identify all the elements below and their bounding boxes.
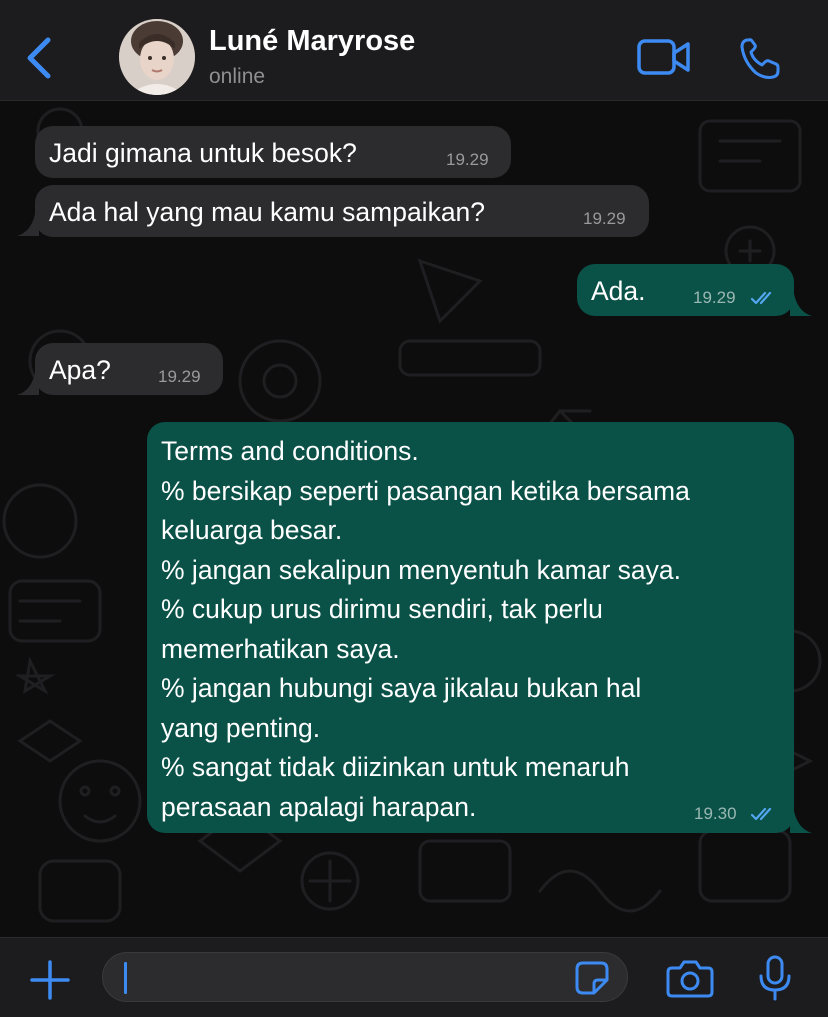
voice-message-button[interactable] bbox=[757, 954, 793, 1002]
video-call-button[interactable] bbox=[636, 38, 692, 76]
message-list[interactable]: Jadi gimana untuk besok? 19.29 Ada hal y… bbox=[0, 101, 828, 937]
avatar-photo bbox=[119, 19, 195, 95]
message-line: % cukup urus dirimu sendiri, tak perlu bbox=[161, 594, 603, 624]
contact-status: online bbox=[209, 65, 266, 88]
bubble-tail bbox=[17, 373, 39, 395]
chat-screen: Luné Maryrose online Jadi gimana untuk b… bbox=[0, 0, 828, 1017]
message-time: 19.29 bbox=[446, 150, 489, 169]
read-receipt-icon bbox=[751, 291, 772, 305]
message-line: keluarga besar. bbox=[161, 515, 343, 545]
text-cursor bbox=[124, 962, 127, 994]
message-time: 19.29 bbox=[693, 288, 736, 307]
message-bubble-outgoing[interactable]: Terms and conditions. % bersikap seperti… bbox=[147, 422, 794, 833]
message-bubble-outgoing[interactable]: Ada. 19.29 bbox=[577, 264, 794, 316]
bubble-tail bbox=[17, 214, 39, 236]
read-receipt-icon bbox=[751, 807, 772, 821]
contact-avatar[interactable] bbox=[119, 19, 195, 95]
message-line: % jangan sekalipun menyentuh kamar saya. bbox=[161, 554, 681, 585]
chat-header: Luné Maryrose online bbox=[0, 0, 828, 101]
attach-button[interactable] bbox=[28, 958, 72, 1002]
message-time: 19.29 bbox=[158, 367, 201, 386]
sticker-button[interactable] bbox=[574, 960, 610, 996]
camera-button[interactable] bbox=[666, 958, 714, 998]
camera-icon bbox=[666, 960, 714, 998]
message-time: 19.30 bbox=[694, 804, 737, 823]
microphone-icon bbox=[759, 955, 791, 1001]
message-line: yang penting. bbox=[161, 712, 321, 743]
message-line: % bersikap seperti pasangan ketika bersa… bbox=[161, 475, 690, 506]
video-camera-icon bbox=[637, 39, 690, 75]
message-line: % jangan hubungi saya jikalau bukan hal bbox=[161, 673, 642, 703]
message-time: 19.29 bbox=[583, 209, 626, 228]
message-line: % sangat tidak diizinkan untuk menaruh bbox=[161, 752, 630, 782]
bubble-tail bbox=[790, 811, 812, 833]
message-line: Terms and conditions. bbox=[161, 436, 419, 466]
message-bubble-incoming[interactable]: Apa? 19.29 bbox=[35, 343, 223, 395]
contact-name[interactable]: Luné Maryrose bbox=[209, 25, 415, 58]
back-button[interactable] bbox=[22, 36, 58, 80]
message-text: Jadi gimana untuk besok? bbox=[49, 138, 357, 168]
sticker-icon bbox=[575, 961, 609, 995]
compose-bar bbox=[0, 937, 828, 1017]
message-line: memerhatikan saya. bbox=[161, 633, 400, 664]
message-bubble-incoming[interactable]: Jadi gimana untuk besok? 19.29 bbox=[35, 126, 511, 178]
message-input[interactable] bbox=[102, 952, 628, 1002]
bubble-tail bbox=[790, 294, 812, 316]
message-bubble-incoming[interactable]: Ada hal yang mau kamu sampaikan? 19.29 bbox=[35, 185, 649, 237]
plus-icon bbox=[30, 960, 70, 1000]
message-text: Ada hal yang mau kamu sampaikan? bbox=[49, 197, 486, 227]
message-text: Ada. bbox=[591, 276, 646, 306]
voice-call-button[interactable] bbox=[738, 36, 782, 80]
chevron-left-icon bbox=[27, 37, 51, 79]
message-text: Apa? bbox=[49, 355, 111, 385]
phone-icon bbox=[740, 38, 780, 79]
